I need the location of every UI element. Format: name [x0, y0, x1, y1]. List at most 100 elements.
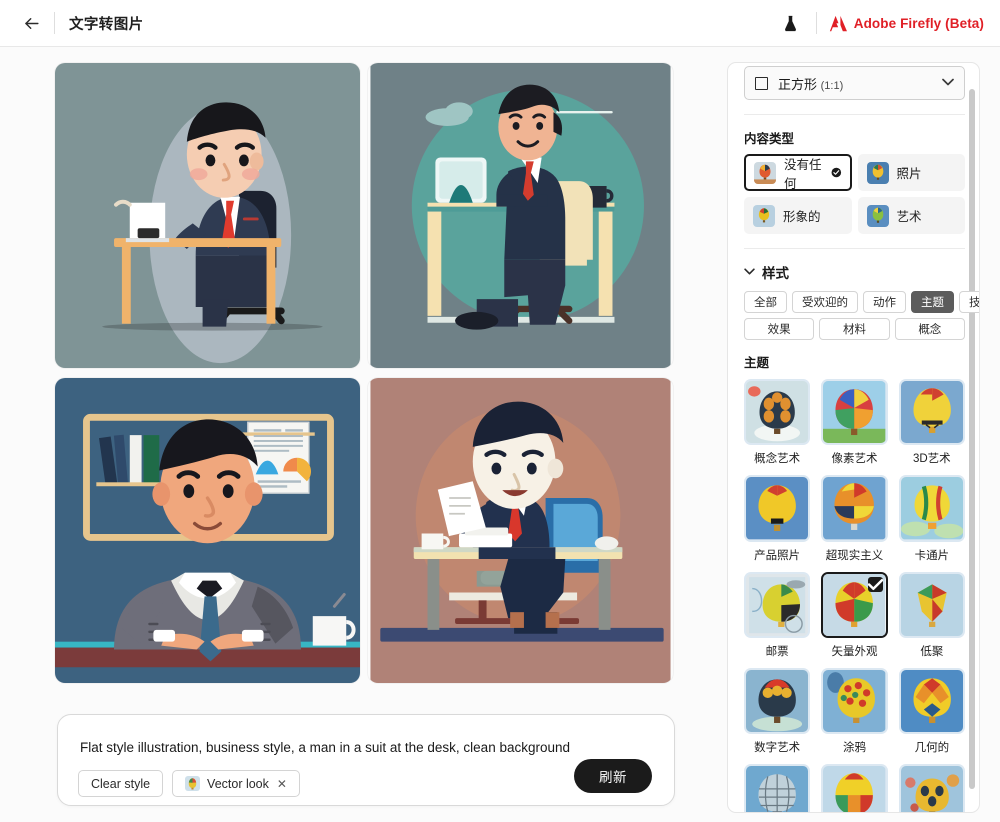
theme-label: 卡通片 — [914, 549, 950, 562]
theme-thumbnail — [898, 379, 965, 446]
refresh-button[interactable]: 刷新 — [574, 759, 652, 793]
theme-label: 几何的 — [914, 742, 950, 755]
style-filter-effects[interactable]: 效果 — [744, 318, 815, 340]
settings-panel: 纵横比 正方形 (1:1) 内容类型 没有任何 — [727, 62, 980, 813]
theme-item-digital-art[interactable]: 数字艺术 — [744, 668, 811, 755]
style-filter-all[interactable]: 全部 — [744, 291, 787, 313]
illustration-businessman-monitor — [370, 63, 671, 368]
style-section-header[interactable]: 样式 — [744, 262, 965, 282]
theme-item-surrealism[interactable]: 超现实主义 — [821, 475, 888, 562]
content-type-art-label: 艺术 — [896, 210, 922, 224]
content-type-label: 内容类型 — [744, 132, 795, 146]
aspect-ratio-value-text: 正方形 — [778, 76, 818, 92]
style-filter-popular[interactable]: 受欢迎的 — [792, 291, 858, 313]
prompt-bar[interactable]: Flat style illustration, business style,… — [57, 714, 675, 806]
back-button[interactable] — [14, 6, 48, 40]
content-type-photo-label: 照片 — [896, 167, 922, 181]
theme-item-pixel-art[interactable]: 像素艺术 — [821, 379, 888, 466]
firefly-text-to-image-app: 文字转图片 Adobe Firefly (Beta) Flat style il… — [0, 0, 1000, 822]
content-type-graphic[interactable]: 形象的 — [744, 197, 852, 234]
theme-item-collage[interactable]: 拼贴画 — [898, 764, 965, 812]
style-filter-concepts[interactable]: 概念 — [894, 318, 965, 340]
theme-label: 产品照片 — [754, 549, 801, 562]
theme-label: 低聚 — [920, 646, 944, 659]
themes-grid: 概念艺术 像素艺术 3D艺术 产品照片 超现实主义 卡通片 邮票 矢量外观 低聚… — [744, 379, 965, 812]
theme-item-stamp[interactable]: 邮票 — [744, 571, 811, 659]
style-filter-row-2: 效果 材料 概念 — [744, 318, 965, 340]
divider-1 — [744, 114, 965, 115]
theme-label: 超现实主义 — [825, 549, 884, 562]
theme-thumbnail — [821, 668, 888, 735]
theme-label: 数字艺术 — [754, 742, 801, 755]
theme-item-product-photo[interactable]: 产品照片 — [744, 475, 811, 562]
content-type-none-label: 没有任何 — [784, 157, 822, 191]
style-filter-technique[interactable]: 技巧 — [959, 291, 979, 313]
balloon-thumbnail-icon — [866, 204, 889, 227]
theme-thumbnail — [821, 475, 888, 542]
style-chip-label: Vector look — [207, 776, 269, 791]
generated-image-2[interactable] — [368, 63, 673, 368]
content-type-none[interactable]: 没有任何 — [744, 154, 852, 191]
prompt-input[interactable]: Flat style illustration, business style,… — [80, 739, 574, 757]
theme-label: 3D艺术 — [912, 453, 951, 466]
generated-images-grid — [55, 63, 675, 688]
theme-item-low-poly[interactable]: 低聚 — [898, 571, 965, 659]
aspect-ratio-value: 正方形 (1:1) — [778, 74, 932, 93]
beaker-button[interactable] — [778, 10, 804, 36]
aspect-ratio-value-sub: (1:1) — [820, 79, 844, 92]
theme-thumbnail — [744, 668, 811, 735]
generated-image-3[interactable] — [55, 378, 360, 683]
illustration-businessman-bookshelf — [55, 378, 360, 683]
check-circle-icon — [831, 167, 841, 178]
clear-style-button[interactable]: Clear style — [78, 770, 164, 797]
theme-label: 矢量外观 — [831, 646, 878, 659]
beaker-icon — [785, 15, 797, 31]
divider-2 — [744, 248, 965, 249]
theme-item-wireframe[interactable]: 线框 — [744, 764, 811, 812]
themes-label: 主题 — [744, 356, 770, 370]
style-filter-theme[interactable]: 主题 — [911, 291, 954, 313]
generated-image-1[interactable] — [55, 63, 360, 368]
topbar-right-group: Adobe Firefly (Beta) — [778, 10, 1000, 36]
theme-thumbnail — [744, 379, 811, 446]
close-icon[interactable]: ✕ — [277, 777, 287, 791]
theme-item-cartoon[interactable]: 卡通片 — [898, 475, 965, 562]
check-icon — [867, 576, 883, 592]
theme-thumbnail — [744, 475, 811, 542]
theme-thumbnail — [744, 571, 811, 639]
style-section-title: 样式 — [762, 266, 789, 281]
style-filter-materials[interactable]: 材料 — [819, 318, 890, 340]
content-type-art[interactable]: 艺术 — [857, 197, 965, 234]
theme-thumbnail — [898, 571, 965, 639]
theme-item-flat-color[interactable]: 平面颜色 — [821, 764, 888, 812]
theme-item-concept-art[interactable]: 概念艺术 — [744, 379, 811, 466]
theme-item-geometric[interactable]: 几何的 — [898, 668, 965, 755]
theme-item-3d-art[interactable]: 3D艺术 — [898, 379, 965, 466]
balloon-thumbnail-icon — [754, 161, 776, 184]
balloon-thumbnail-icon — [866, 161, 889, 184]
theme-label: 像素艺术 — [831, 453, 878, 466]
aspect-ratio-select[interactable]: 正方形 (1:1) — [744, 66, 965, 100]
theme-thumbnail — [821, 379, 888, 446]
clear-style-label: Clear style — [91, 776, 151, 791]
theme-item-vector-look[interactable]: 矢量外观 — [821, 571, 888, 659]
generated-image-4[interactable] — [368, 378, 673, 683]
content-type-graphic-label: 形象的 — [783, 210, 821, 224]
content-type-photo[interactable]: 照片 — [857, 154, 965, 191]
theme-thumbnail — [744, 764, 811, 812]
content-type-grid: 没有任何 照片 形象的 艺术 — [744, 154, 965, 234]
style-filter-row-1: 全部 受欢迎的 动作 主题 技巧 — [744, 291, 979, 313]
adobe-firefly-brand[interactable]: Adobe Firefly (Beta) — [829, 15, 984, 32]
theme-label: 概念艺术 — [754, 453, 801, 466]
settings-panel-content: 纵横比 正方形 (1:1) 内容类型 没有任何 — [728, 63, 979, 812]
arrow-left-icon — [24, 17, 39, 29]
theme-label: 邮票 — [765, 646, 789, 659]
theme-item-doodle[interactable]: 涂鸦 — [821, 668, 888, 755]
chevron-down-icon — [942, 77, 954, 89]
chevron-down-icon — [744, 266, 755, 278]
balloon-thumbnail-icon — [753, 204, 775, 227]
adobe-firefly-logo — [829, 15, 847, 31]
style-filter-movement[interactable]: 动作 — [863, 291, 906, 313]
vector-look-thumbnail-icon — [185, 776, 201, 791]
style-chip-vector-look[interactable]: Vector look ✕ — [172, 770, 300, 797]
